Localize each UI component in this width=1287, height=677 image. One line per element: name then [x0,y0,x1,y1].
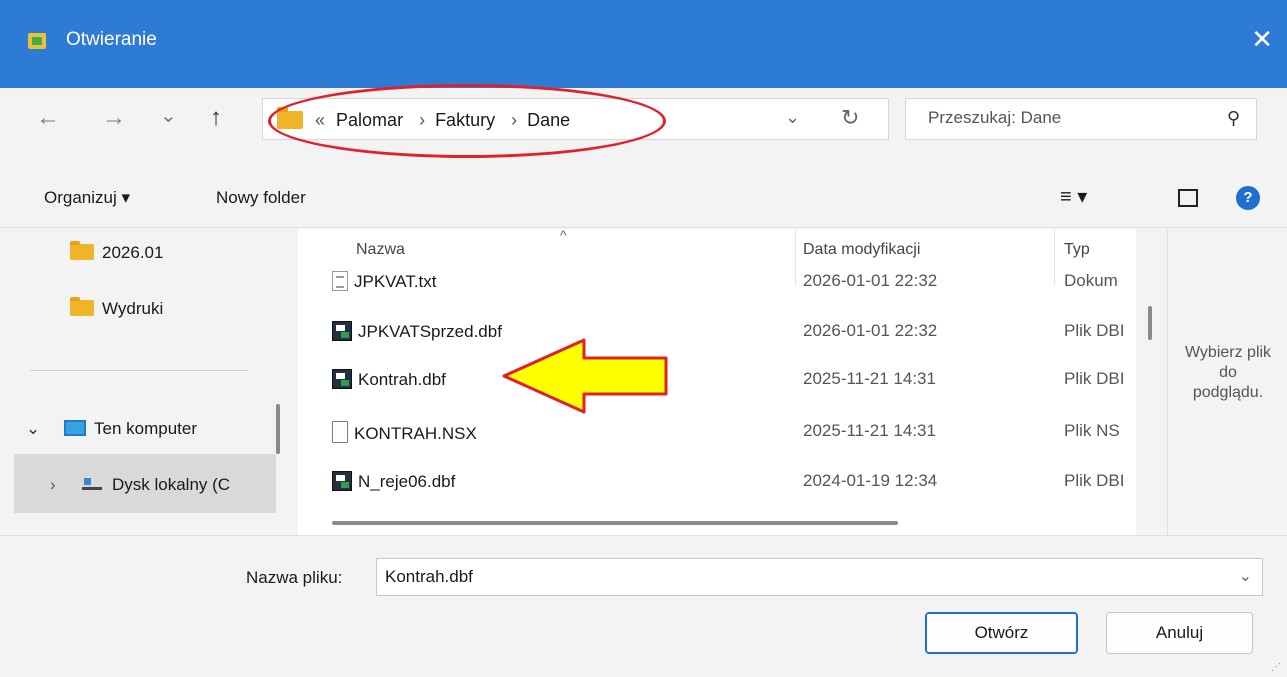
file-list: ^ Nazwa Data modyfikacji Typ JPKVAT.txt … [298,227,1152,535]
search-box[interactable]: ⚲ [905,98,1257,140]
up-arrow-icon[interactable]: ↑ [210,106,222,130]
file-date: 2025-11-21 14:31 [803,369,936,388]
file-type: Plik DBI [1064,321,1125,340]
file-type: Plik DBI [1064,369,1125,388]
organize-button[interactable]: Organizuj ▾ [44,188,130,208]
file-name: Kontrah.dbf [358,370,446,389]
file-type: Plik NS [1064,421,1120,440]
file-type: Dokum [1064,271,1118,290]
folder-icon [70,241,94,260]
red-oval-highlight [268,84,666,158]
file-name: N_reje06.dbf [358,472,456,491]
file-name-combobox[interactable]: ⌄ [376,558,1263,596]
sidebar-scrollbar[interactable] [276,404,280,454]
sidebar-item-label: 2026.01 [102,243,164,262]
sidebar-divider [30,370,248,371]
chevron-down-icon[interactable]: ⌄ [1239,566,1252,586]
sidebar-item-ten-komputer[interactable]: ⌄ Ten komputer [26,419,197,439]
file-name-label: Nazwa pliku: [246,568,343,587]
help-icon[interactable]: ? [1236,186,1260,210]
file-date: 2024-01-19 12:34 [803,471,938,490]
file-row[interactable]: Kontrah.dbf 2025-11-21 14:31 Plik DBI [298,359,1136,409]
view-options-icon[interactable]: ≡ ▾ [1060,184,1087,209]
search-input[interactable] [928,108,1208,128]
yellow-arrow-annotation [502,338,668,414]
cancel-button[interactable]: Anuluj [1106,612,1253,654]
file-row[interactable]: N_reje06.dbf 2024-01-19 12:34 Plik DBI [298,461,1136,511]
horizontal-scrollbar[interactable] [332,521,898,525]
column-header-type[interactable]: Typ [1064,241,1090,259]
file-name-cell: JPKVATSprzed.dbf [332,321,502,342]
file-row[interactable]: KONTRAH.NSX 2025-11-21 14:31 Plik NS [298,409,1136,459]
address-dropdown-chevron-icon[interactable]: ⌄ [785,107,800,128]
app-icon [28,33,46,49]
forward-arrow-icon[interactable]: → [102,106,126,130]
window-title: Otwieranie [66,29,157,50]
file-row[interactable]: JPKVATSprzed.dbf 2026-01-01 22:32 Plik D… [298,309,1136,359]
file-date: 2025-11-21 14:31 [803,421,936,440]
preview-text-line: do [1219,364,1237,381]
new-folder-button[interactable]: Nowy folder [216,188,306,208]
close-icon[interactable]: ✕ [1251,26,1273,52]
sidebar-item-wydruki[interactable]: Wydruki [70,297,164,319]
preview-placeholder-text: Wybierz plik do podglądu. [1168,343,1287,403]
expand-chevron-icon[interactable]: › [50,475,82,495]
file-name: JPKVATSprzed.dbf [358,322,502,341]
preview-pane: Wybierz plik do podglądu. [1167,229,1287,535]
expand-chevron-icon[interactable]: ⌄ [26,419,64,439]
open-button[interactable]: Otwórz [925,612,1078,654]
refresh-icon[interactable]: ↻ [841,105,859,131]
dbf-file-icon [332,471,352,491]
file-type: Plik DBI [1064,471,1125,490]
preview-text-line: Wybierz plik [1184,344,1272,361]
dbf-file-icon [332,369,352,389]
back-arrow-icon[interactable]: ← [36,106,60,130]
text-file-icon [332,271,348,291]
generic-file-icon [332,421,348,443]
drive-icon [82,478,102,490]
column-header-name[interactable]: Nazwa [356,241,405,259]
file-name-cell: Kontrah.dbf [332,369,446,390]
sidebar-item-label: Dysk lokalny (C [112,475,231,494]
file-date: 2026-01-01 22:32 [803,321,938,340]
search-icon[interactable]: ⚲ [1227,108,1240,129]
command-bar: Organizuj ▾ Nowy folder ≡ ▾ ? [0,170,1287,228]
dialog-footer: Nazwa pliku: ⌄ Otwórz Anuluj ⋰ [0,535,1287,677]
sidebar-item-dysk-lokalny[interactable]: › Dysk lokalny (C [50,475,230,495]
file-name-cell: JPKVAT.txt [332,271,437,292]
sort-ascending-icon: ^ [560,227,567,243]
file-date: 2026-01-01 22:32 [803,271,938,290]
navigation-pane: 2026.01 Wydruki ⌄ Ten komputer › Dysk loka… [0,229,290,535]
sidebar-item-2026-01[interactable]: 2026.01 [70,241,164,263]
resize-grip-icon[interactable]: ⋰ [1271,662,1281,673]
file-name-cell: KONTRAH.NSX [332,421,477,444]
preview-text-line: podglądu. [1192,384,1264,401]
file-name-cell: N_reje06.dbf [332,471,455,492]
sidebar-item-label: Ten komputer [94,419,197,438]
folder-icon [70,297,94,316]
open-file-dialog: Otwieranie ✕ ← → ⌄ ↑ « Palomar › Faktury › D… [0,0,1287,677]
recent-locations-chevron-icon[interactable]: ⌄ [160,106,177,126]
title-bar: Otwieranie ✕ [0,0,1287,88]
preview-pane-toggle-icon[interactable] [1178,189,1198,207]
computer-icon [64,420,86,436]
column-header-date[interactable]: Data modyfikacji [803,241,920,259]
sidebar-item-label: Wydruki [102,299,164,318]
dbf-file-icon [332,321,352,341]
file-name: KONTRAH.NSX [354,424,477,443]
file-name-input[interactable] [385,567,1185,587]
vertical-scrollbar[interactable] [1148,306,1152,340]
file-name: JPKVAT.txt [354,272,437,291]
